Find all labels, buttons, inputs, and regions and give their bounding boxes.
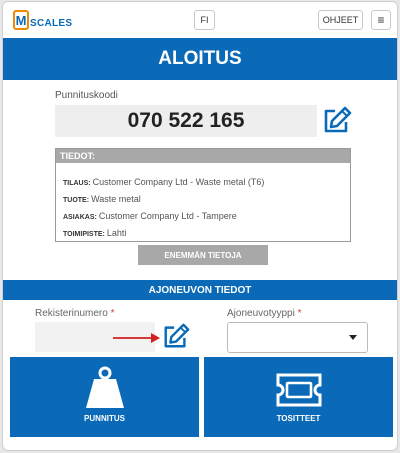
required-mark: * (297, 308, 302, 319)
mscales-logo[interactable]: M SCALES (13, 8, 72, 32)
vehicle-type-label: Ajoneuvotyyppi * (227, 308, 302, 319)
hamburger-icon: ≡ (377, 13, 385, 27)
receipts-tile-label: TOSITTEET (276, 414, 321, 423)
info-row-product: TUOTE: Waste metal (63, 194, 141, 204)
info-row-customer: ASIAKAS: Customer Company Ltd - Tampere (63, 211, 237, 221)
page-title: ALOITUS (3, 38, 397, 80)
info-value: Lahti (106, 228, 127, 238)
red-arrow-icon (113, 333, 160, 343)
info-key: ASIAKAS: (63, 214, 97, 221)
top-bar: M SCALES FI OHJEET ≡ (3, 2, 397, 38)
menu-button[interactable]: ≡ (371, 10, 391, 30)
info-value: Customer Company Ltd - Waste metal (T6) (92, 177, 265, 187)
vehicle-section-header: AJONEUVON TIEDOT (3, 280, 397, 300)
required-mark: * (110, 308, 115, 319)
logo-mark: M (13, 10, 29, 30)
weighing-code-value: 070 522 165 (55, 105, 317, 137)
more-info-button[interactable]: ENEMMÄN TIETOJA (138, 245, 268, 265)
info-row-order: TILAUS: Customer Company Ltd - Waste meta… (63, 177, 264, 187)
caret-down-icon (349, 335, 357, 340)
weight-icon (85, 366, 124, 408)
edit-registration-icon[interactable] (162, 322, 190, 350)
edit-code-icon[interactable] (322, 105, 352, 135)
info-row-site: TOIMIPISTE: Lahti (63, 228, 126, 238)
registration-label: Rekisterinumero * (35, 308, 115, 319)
info-value: Customer Company Ltd - Tampere (98, 211, 237, 221)
receipts-tile-button[interactable]: TOSITTEET (204, 357, 393, 437)
ticket-icon (276, 373, 321, 407)
registration-label-text: Rekisterinumero (35, 308, 108, 319)
logo-text: SCALES (30, 17, 73, 29)
info-key: TUOTE: (63, 197, 90, 204)
language-button[interactable]: FI (194, 10, 215, 30)
info-key: TOIMIPISTE: (63, 231, 105, 238)
help-button[interactable]: OHJEET (318, 10, 363, 30)
weighing-code-label: Punnituskoodi (55, 90, 118, 101)
info-panel: TIEDOT: TILAUS: Customer Company Ltd - Wa… (55, 148, 351, 242)
info-title: TIEDOT: (56, 149, 350, 163)
info-value: Waste metal (91, 194, 141, 204)
vehicle-type-label-text: Ajoneuvotyyppi (227, 308, 295, 319)
weighing-tile-button[interactable]: PUNNITUS (10, 357, 199, 437)
weighing-tile-label: PUNNITUS (84, 414, 125, 423)
info-key: TILAUS: (63, 180, 91, 187)
vehicle-type-select[interactable] (227, 322, 368, 353)
app-frame: M SCALES FI OHJEET ≡ ALOITUS Punnituskoo… (2, 1, 398, 451)
